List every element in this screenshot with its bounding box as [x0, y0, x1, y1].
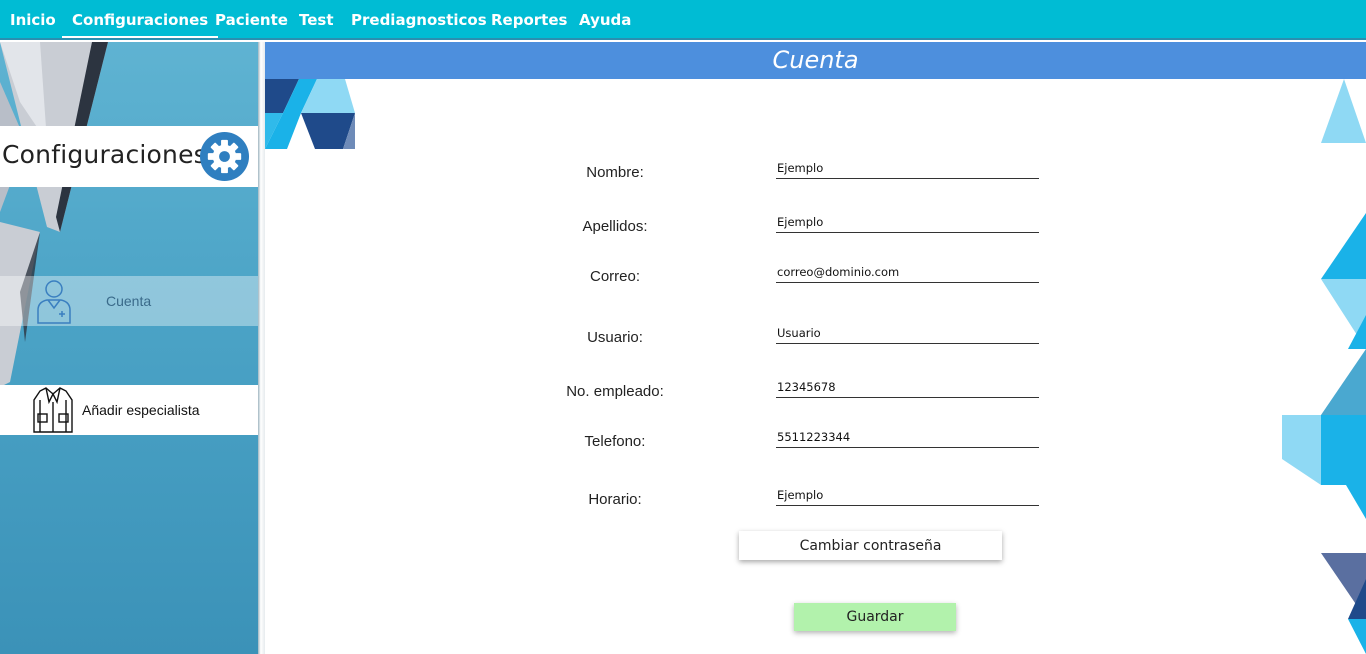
doctor-icon	[37, 280, 71, 324]
menu-configuraciones[interactable]: Configuraciones	[62, 0, 219, 38]
nombre-field[interactable]	[776, 157, 1039, 179]
menu-reportes[interactable]: Reportes	[491, 0, 567, 38]
sidebar-item-cuenta[interactable]: Cuenta	[0, 276, 258, 326]
page-title: Cuenta	[772, 46, 859, 74]
menu-paciente[interactable]: Paciente	[215, 0, 288, 38]
telefono-field[interactable]	[776, 426, 1039, 448]
sidebar-title-panel: Configuraciones	[0, 126, 258, 187]
horario-label: Horario:	[588, 491, 642, 508]
sidebar-item-anadir-especialista[interactable]: Añadir especialista	[0, 385, 258, 435]
usuario-label: Usuario:	[587, 329, 643, 346]
sidebar-item-label: Añadir especialista	[82, 402, 200, 418]
apellidos-label: Apellidos:	[582, 218, 648, 235]
lab-coat-icon	[33, 387, 73, 433]
sidebar-title: Configuraciones	[2, 140, 207, 169]
usuario-field[interactable]	[776, 322, 1039, 344]
no-empleado-field[interactable]	[776, 376, 1039, 398]
gear-icon	[199, 131, 250, 182]
main-panel: Cuenta Nombre: Apellidos: Correo: Usuari…	[265, 42, 1366, 654]
save-button[interactable]: Guardar	[794, 603, 956, 631]
sidebar-divider	[258, 42, 265, 654]
horario-field[interactable]	[776, 484, 1039, 506]
menu-ayuda[interactable]: Ayuda	[579, 0, 631, 38]
page-header: Cuenta	[265, 42, 1366, 79]
menu-test[interactable]: Test	[299, 0, 334, 38]
top-menu-bar: Inicio Configuraciones Paciente Test Pre…	[0, 0, 1366, 40]
triangle-decoration-left	[265, 79, 355, 149]
nombre-label: Nombre:	[586, 164, 644, 181]
telefono-label: Telefono:	[584, 433, 646, 450]
correo-field[interactable]	[776, 261, 1039, 283]
menu-prediagnosticos[interactable]: Prediagnosticos	[351, 0, 487, 38]
sidebar: Configuraciones Cuenta Añadir especialis…	[0, 42, 258, 654]
correo-label: Correo:	[589, 268, 641, 285]
change-password-button[interactable]: Cambiar contraseña	[739, 531, 1002, 560]
menu-inicio[interactable]: Inicio	[10, 0, 56, 38]
triangle-decoration-right	[1282, 79, 1366, 654]
apellidos-field[interactable]	[776, 211, 1039, 233]
sidebar-item-label: Cuenta	[106, 293, 152, 309]
no-empleado-label: No. empleado:	[566, 383, 664, 400]
